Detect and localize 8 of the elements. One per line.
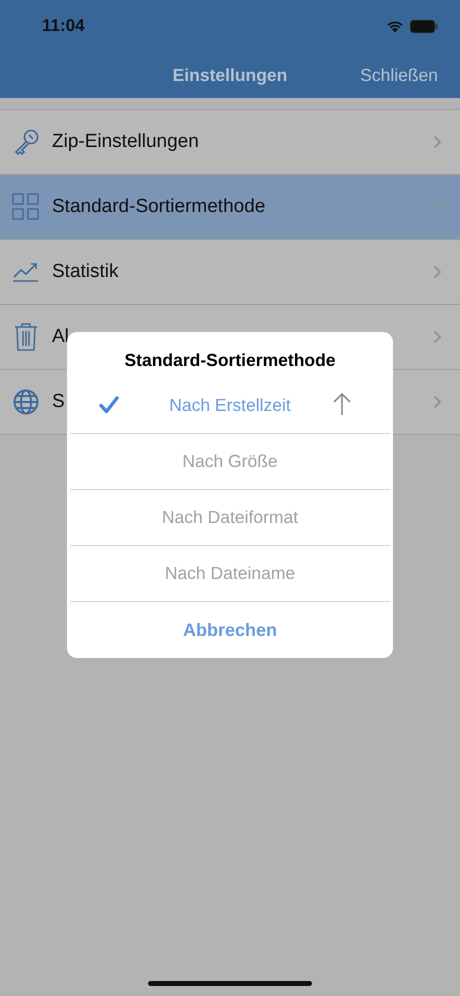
nav-title: Einstellungen — [172, 64, 288, 84]
row-label: Standard-Sortiermethode — [52, 196, 266, 218]
row-label: Statistik — [52, 261, 119, 283]
dialog-title: Standard-Sortiermethode — [124, 350, 336, 371]
row-label: Zip-Einstellungen — [52, 131, 199, 153]
row-label: S — [52, 391, 65, 413]
row-label: Al — [52, 326, 69, 348]
status-time: 11:04 — [42, 16, 85, 36]
